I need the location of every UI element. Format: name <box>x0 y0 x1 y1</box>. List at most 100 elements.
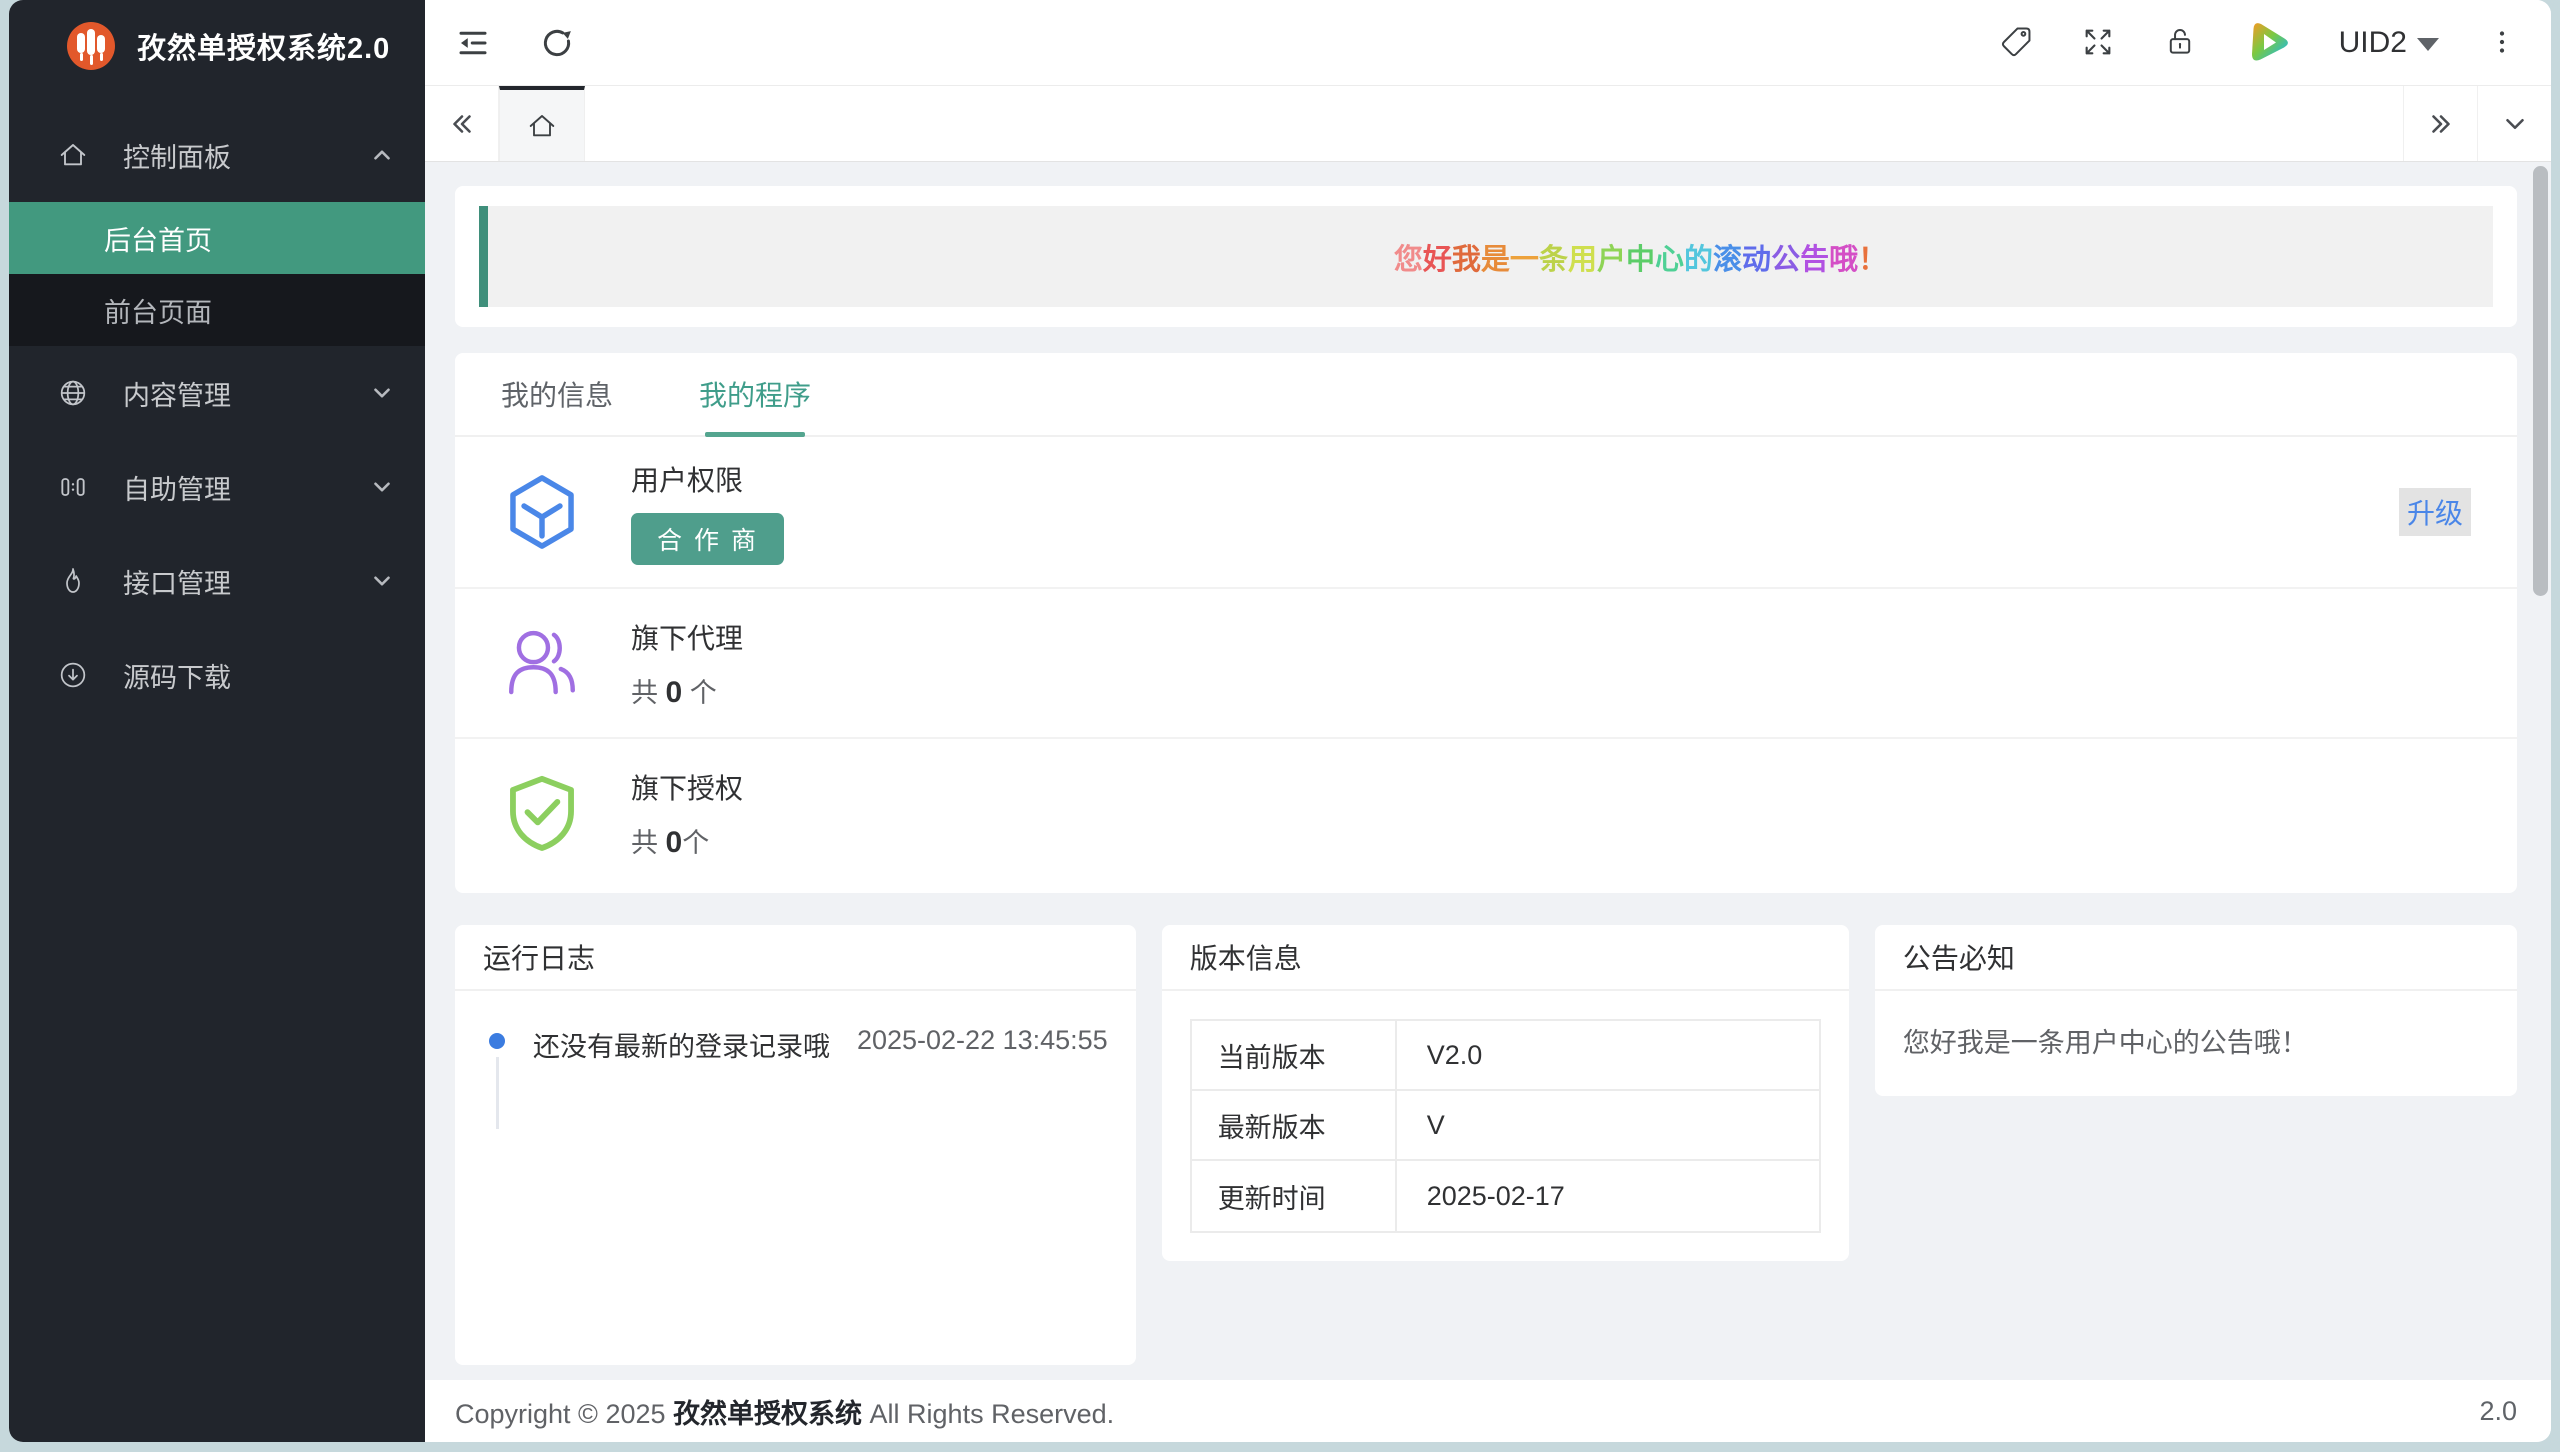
globe-icon <box>57 377 89 409</box>
marquee-char: 条 <box>1538 243 1568 276</box>
users-icon <box>501 622 583 704</box>
notice-title: 公告必知 <box>1874 925 2517 991</box>
agent-count: 共 0 个 <box>631 675 717 709</box>
sidebar-item-content-management[interactable]: 内容管理 <box>9 346 425 440</box>
cube-icon <box>501 471 583 553</box>
tabbar <box>425 85 2551 162</box>
table-row: 当前版本 V2.0 <box>1191 1021 1819 1091</box>
chevron-up-icon <box>369 142 395 168</box>
marquee-char: 哦 <box>1829 243 1859 276</box>
download-icon <box>57 659 89 691</box>
sidebar-item-label: 前台页面 <box>104 297 212 328</box>
tabs-menu-button[interactable] <box>2477 86 2551 161</box>
chevron-down-icon <box>369 474 395 500</box>
marquee-char: 户 <box>1596 243 1626 276</box>
partner-badge: 合作商 <box>631 513 785 565</box>
sidebar-item-label: 接口管理 <box>123 568 231 599</box>
marquee-char: 中 <box>1625 243 1655 276</box>
log-timestamp: 2025-02-22 13:45:55 <box>856 1025 1108 1055</box>
refresh-icon[interactable] <box>539 25 575 61</box>
marquee-char: 告 <box>1800 243 1830 276</box>
marquee-char: 好 <box>1422 243 1452 276</box>
app-window: 孜然单授权系统2.0 控制面板 后台首页 前台页面 内容管理 自助管理 接口管理… <box>9 0 2551 1442</box>
footer-version: 2.0 <box>2479 1395 2517 1426</box>
tabs-scroll-left-button[interactable] <box>425 86 499 161</box>
sidebar-item-label: 源码下载 <box>123 662 231 693</box>
program-row-title: 旗下授权 <box>631 772 744 804</box>
sidebar-item-source-download[interactable]: 源码下载 <box>9 628 425 722</box>
sidebar-item-label: 后台首页 <box>104 225 212 256</box>
announcement-card: 您好我是一条用户中心的滚动公告哦！ <box>455 186 2517 327</box>
version-table: 当前版本 V2.0 最新版本 V 更新时间 2025-02-17 <box>1189 1019 1821 1233</box>
marquee-char: 动 <box>1742 243 1772 276</box>
sidebar-item-frontend-page[interactable]: 前台页面 <box>9 274 425 346</box>
sidebar-item-label: 自助管理 <box>123 474 231 505</box>
version-row-value: 2025-02-17 <box>1426 1180 1565 1211</box>
sidebar-item-control-panel[interactable]: 控制面板 <box>9 108 425 202</box>
announcement-marquee: 您好我是一条用户中心的滚动公告哦！ <box>1394 236 1887 278</box>
topbar: UID2 <box>425 0 2551 85</box>
bottom-panels: 运行日志 还没有最新的登录记录哦 2025-02-22 13:45:55 版本信… <box>455 925 2517 1365</box>
tab-my-info[interactable]: 我的信息 <box>501 353 613 435</box>
sidebar-submenu: 后台首页 前台页面 <box>9 202 425 346</box>
app-logo-icon <box>67 22 115 70</box>
sidebar-item-self-service-management[interactable]: 自助管理 <box>9 440 425 534</box>
sidebar-item-label: 内容管理 <box>123 380 231 411</box>
caret-down-icon <box>2417 38 2439 51</box>
chevron-down-icon <box>369 568 395 594</box>
program-row-title: 旗下代理 <box>631 622 744 654</box>
user-menu[interactable]: UID2 <box>2339 26 2439 60</box>
tab-my-program[interactable]: 我的程序 <box>699 353 811 435</box>
version-row-label: 最新版本 <box>1192 1091 1397 1159</box>
marquee-char: 公 <box>1771 243 1801 276</box>
copyright-text: Copyright © 2025 孜然单授权系统 All Rights Rese… <box>455 1398 1115 1429</box>
version-row-label: 当前版本 <box>1192 1021 1397 1089</box>
upgrade-link[interactable]: 升级 <box>2398 488 2471 536</box>
marquee-char: ！ <box>1858 243 1888 276</box>
program-row-title: 用户权限 <box>631 465 744 496</box>
flame-icon <box>57 565 89 597</box>
run-log-panel: 运行日志 还没有最新的登录记录哦 2025-02-22 13:45:55 <box>455 925 1136 1365</box>
tag-icon[interactable] <box>1999 25 2035 61</box>
version-info-panel: 版本信息 当前版本 V2.0 最新版本 V 更新时间 2025-02-17 <box>1161 925 1849 1261</box>
marquee-char: 是 <box>1480 243 1510 276</box>
home-icon <box>57 139 89 171</box>
marquee-char: 一 <box>1509 243 1539 276</box>
notice-content: 您好我是一条用户中心的公告哦！ <box>1902 1028 2308 1058</box>
tabbar-spacer <box>585 86 2403 161</box>
scrollbar-thumb[interactable] <box>2533 166 2548 596</box>
logo-row: 孜然单授权系统2.0 <box>9 0 425 92</box>
table-row: 最新版本 V <box>1191 1091 1819 1161</box>
version-row-label: 更新时间 <box>1192 1161 1397 1231</box>
tab-home[interactable] <box>499 86 585 161</box>
sidebar-item-api-management[interactable]: 接口管理 <box>9 534 425 628</box>
marquee-char: 滚 <box>1713 243 1743 276</box>
footer: Copyright © 2025 孜然单授权系统 All Rights Rese… <box>425 1380 2551 1442</box>
tabs-scroll-right-button[interactable] <box>2403 86 2477 161</box>
log-entry: 还没有最新的登录记录哦 2025-02-22 13:45:55 <box>455 991 1136 1129</box>
program-row-agents: 旗下代理 共 0 个 <box>455 587 2517 737</box>
program-row-authorizations: 旗下授权 共 0个 <box>455 737 2517 887</box>
sidebar-item-label: 控制面板 <box>123 142 231 173</box>
collapse-sidebar-icon[interactable] <box>455 25 491 61</box>
fullscreen-icon[interactable] <box>2081 25 2117 61</box>
user-avatar[interactable] <box>2245 19 2293 67</box>
program-tabs: 我的信息 我的程序 <box>455 353 2517 437</box>
columns-icon <box>57 471 89 503</box>
lock-icon[interactable] <box>2163 25 2199 61</box>
sidebar-menu: 控制面板 后台首页 前台页面 内容管理 自助管理 接口管理 源码下载 <box>9 108 425 722</box>
shield-check-icon <box>501 772 583 854</box>
marquee-char: 用 <box>1567 243 1597 276</box>
program-row-user-permission: 用户权限 合作商 升级 <box>455 437 2517 587</box>
kebab-menu-icon[interactable] <box>2485 25 2521 61</box>
user-id-label: UID2 <box>2338 25 2407 59</box>
marquee-char: 您 <box>1393 243 1423 276</box>
my-program-card: 我的信息 我的程序 用户权限 合作商 升级 旗下代理 共 0 个 旗下授权 共 … <box>455 353 2517 893</box>
sidebar-item-backend-home[interactable]: 后台首页 <box>9 202 425 274</box>
version-info-title: 版本信息 <box>1161 925 1849 991</box>
chevron-down-icon <box>369 380 395 406</box>
authorization-count: 共 0个 <box>631 825 710 859</box>
version-row-value: V <box>1426 1109 1445 1140</box>
timeline-dot-icon <box>489 1033 505 1049</box>
run-log-title: 运行日志 <box>455 925 1136 991</box>
